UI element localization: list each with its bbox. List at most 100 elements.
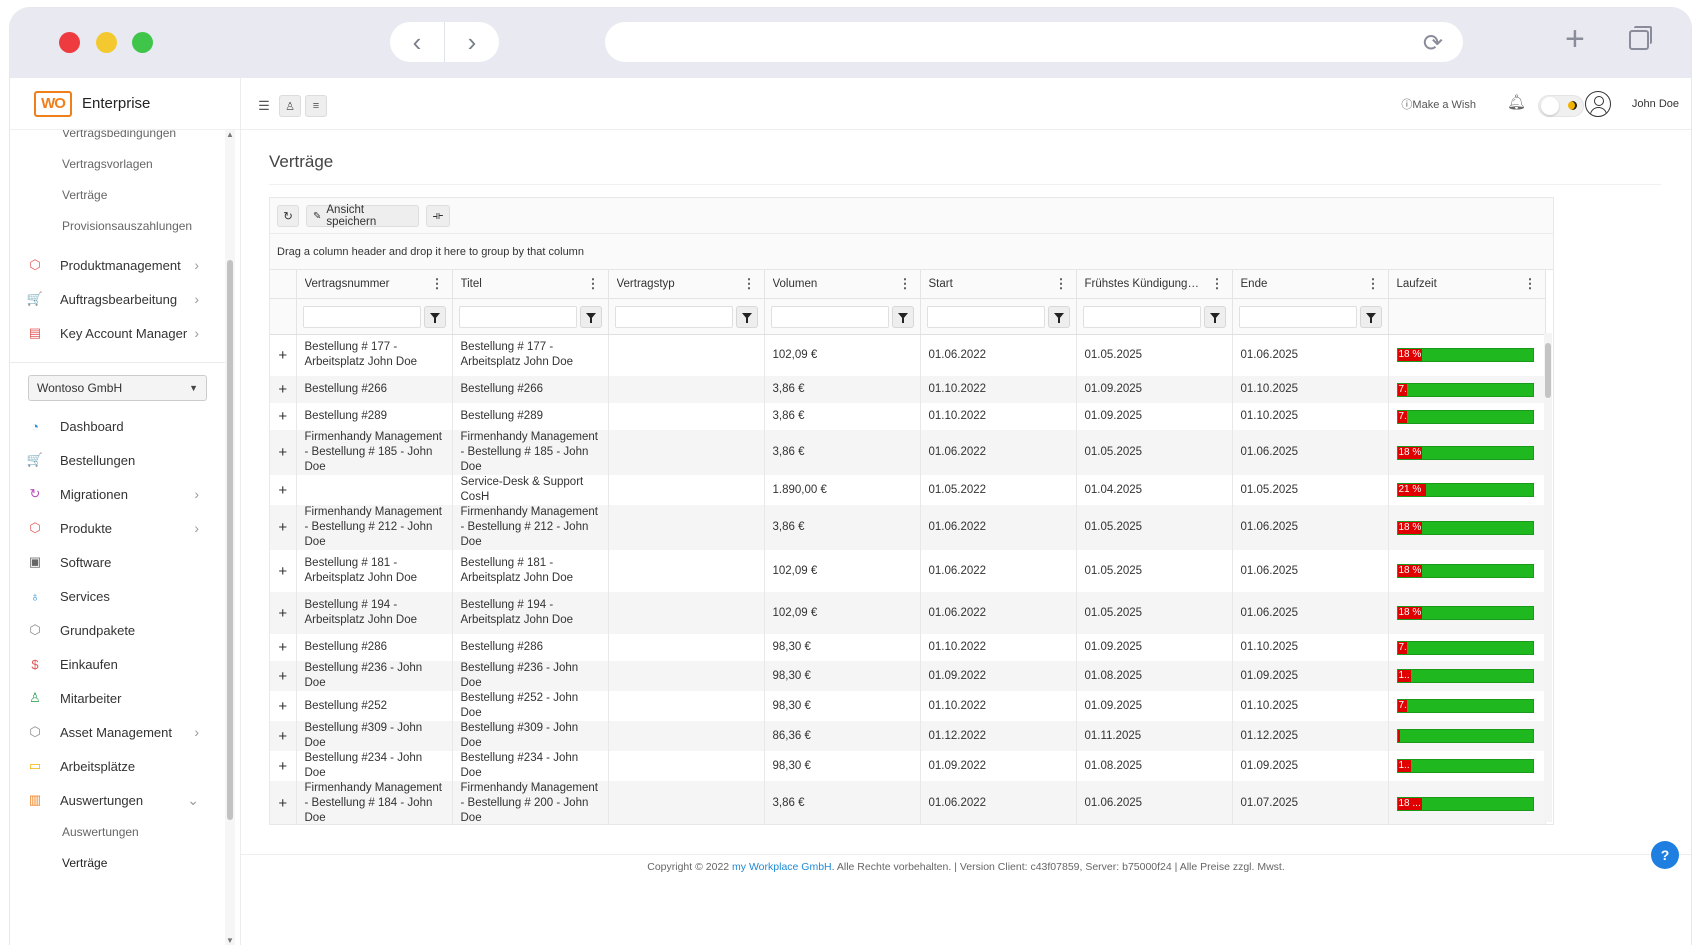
sidebar-item-grundpakete[interactable]: ⬡ Grundpakete bbox=[10, 613, 225, 647]
column-filter-input[interactable] bbox=[926, 305, 1045, 328]
sidebar-item-auswertungen[interactable]: ▥ Auswertungen ⌄ bbox=[10, 783, 225, 817]
table-row[interactable]: + Bestellung #289 Bestellung #289 3,86 €01.… bbox=[270, 403, 1546, 430]
scroll-down-icon[interactable]: ▼ bbox=[226, 936, 234, 945]
sidebar-subitem[interactable]: Auswertungen bbox=[10, 817, 225, 848]
column-filter-input[interactable] bbox=[1238, 305, 1357, 328]
filter-button[interactable] bbox=[735, 305, 758, 328]
scroll-up-icon[interactable]: ▲ bbox=[226, 130, 234, 139]
sidebar-subitem[interactable]: Vertragsbedingungen bbox=[10, 130, 225, 149]
expand-row-icon[interactable]: + bbox=[270, 430, 297, 475]
table-row[interactable]: + Bestellung #286 Bestellung #286 98,30 €01… bbox=[270, 634, 1546, 661]
column-header[interactable]: Ende ⋮ bbox=[1232, 270, 1389, 299]
expand-row-icon[interactable]: + bbox=[270, 376, 297, 403]
grid-scrollbar[interactable] bbox=[1544, 333, 1552, 822]
sidebar-subitem[interactable]: Vertragsvorlagen bbox=[10, 149, 225, 180]
expand-row-icon[interactable]: + bbox=[270, 334, 297, 376]
filter-button[interactable] bbox=[423, 305, 446, 328]
grid-scroll-thumb[interactable] bbox=[1545, 343, 1551, 398]
expand-row-icon[interactable]: + bbox=[270, 634, 297, 661]
company-link[interactable]: my Workplace GmbH bbox=[732, 861, 832, 873]
forward-icon[interactable]: › bbox=[445, 22, 499, 62]
sidebar-subitem[interactable]: Verträge bbox=[10, 180, 225, 211]
expand-row-icon[interactable]: + bbox=[270, 505, 297, 550]
table-row[interactable]: + Bestellung #252 Bestellung #252 - John D… bbox=[270, 691, 1546, 721]
expand-row-icon[interactable]: + bbox=[270, 550, 297, 592]
column-header[interactable]: Frühstes Kündigungsd... ⋮ bbox=[1076, 270, 1233, 299]
expand-row-icon[interactable]: + bbox=[270, 403, 297, 430]
minimize-window-button[interactable] bbox=[96, 32, 117, 53]
column-menu-icon[interactable]: ⋮ bbox=[743, 276, 756, 292]
table-row[interactable]: + Bestellung # 194 - Arbeitsplatz John Do… bbox=[270, 592, 1546, 634]
sidebar-item-mitarbeiter[interactable]: ♙ Mitarbeiter bbox=[10, 681, 225, 715]
column-filter-input[interactable] bbox=[770, 305, 889, 328]
table-row[interactable]: + Bestellung #266 Bestellung #266 3,86 €01.… bbox=[270, 376, 1546, 403]
avatar[interactable] bbox=[1585, 91, 1611, 117]
reload-icon[interactable]: ⟳ bbox=[1423, 29, 1443, 58]
tabs-overview-icon[interactable] bbox=[1629, 26, 1652, 50]
table-row[interactable]: + Bestellung #234 - John Doe Bestellung #2… bbox=[270, 751, 1546, 781]
theme-toggle[interactable] bbox=[1538, 95, 1584, 117]
table-row[interactable]: + Bestellung # 181 - Arbeitsplatz John Do… bbox=[270, 550, 1546, 592]
filter-button[interactable] bbox=[1047, 305, 1070, 328]
tenant-select[interactable]: Wontoso GmbH ▼ bbox=[28, 375, 207, 401]
sidebar-subitem[interactable]: Verträge bbox=[10, 848, 225, 879]
sidebar-item-auftragsbearbeitung[interactable]: 🛒 Auftragsbearbeitung › bbox=[10, 282, 225, 316]
table-row[interactable]: + Service-Desk & Support CosH 1.890,00 €01… bbox=[270, 475, 1546, 505]
table-row[interactable]: + Bestellung #309 - John Doe Bestellung #3… bbox=[270, 721, 1546, 751]
table-row[interactable]: + Firmenhandy Management - Bestellung # 2… bbox=[270, 505, 1546, 550]
sidebar-item-produktmanagement[interactable]: ⬡ Produktmanagement › bbox=[10, 248, 225, 282]
table-row[interactable]: + Bestellung #236 - John Doe Bestellung #2… bbox=[270, 661, 1546, 691]
brand[interactable]: WO Enterprise bbox=[10, 78, 240, 130]
expand-row-icon[interactable]: + bbox=[270, 721, 297, 751]
expand-row-icon[interactable]: + bbox=[270, 475, 297, 505]
help-icon[interactable]: ? bbox=[1651, 841, 1679, 869]
column-filter-input[interactable] bbox=[614, 305, 733, 328]
column-filter-input[interactable] bbox=[1082, 305, 1201, 328]
column-filter-input[interactable] bbox=[458, 305, 577, 328]
expand-row-icon[interactable]: + bbox=[270, 661, 297, 691]
column-header[interactable]: Vertragsnummer ⋮ bbox=[296, 270, 453, 299]
column-header[interactable]: Start ⋮ bbox=[920, 270, 1077, 299]
column-menu-icon[interactable]: ⋮ bbox=[1524, 276, 1537, 292]
table-row[interactable]: + Bestellung # 177 - Arbeitsplatz John Do… bbox=[270, 334, 1546, 376]
sidebar-scrollbar[interactable]: ▲ ▼ bbox=[225, 130, 235, 945]
column-header[interactable]: Laufzeit ⋮ bbox=[1388, 270, 1546, 299]
sidebar-item-arbeitsplätze[interactable]: ▭ Arbeitsplätze bbox=[10, 749, 225, 783]
sidebar-item-dashboard[interactable]: ◔ Dashboard bbox=[10, 409, 225, 443]
column-menu-icon[interactable]: ⋮ bbox=[1055, 276, 1068, 292]
sidebar-item-key-account-manager[interactable]: ▤ Key Account Manager › bbox=[10, 316, 225, 350]
sidebar-item-software[interactable]: ▣ Software bbox=[10, 545, 225, 579]
expand-row-icon[interactable]: + bbox=[270, 691, 297, 721]
column-menu-icon[interactable]: ⋮ bbox=[1367, 276, 1380, 292]
column-header[interactable]: Vertragstyp ⋮ bbox=[608, 270, 765, 299]
bell-icon[interactable]: 🔔︎ bbox=[1507, 93, 1526, 111]
expand-row-icon[interactable]: + bbox=[270, 751, 297, 781]
group-drop-area[interactable]: Drag a column header and drop it here to… bbox=[270, 234, 1553, 270]
filter-button[interactable] bbox=[1359, 305, 1382, 328]
close-window-button[interactable] bbox=[59, 32, 80, 53]
maximize-window-button[interactable] bbox=[132, 32, 153, 53]
column-menu-icon[interactable]: ⋮ bbox=[1211, 276, 1224, 292]
filter-button[interactable] bbox=[891, 305, 914, 328]
sidebar-item-produkte[interactable]: ⬡ Produkte › bbox=[10, 511, 225, 545]
back-icon[interactable]: ‹ bbox=[390, 22, 445, 62]
sidebar-item-services[interactable]: ♁ Services bbox=[10, 579, 225, 613]
column-filter-input[interactable] bbox=[302, 305, 421, 328]
expand-row-icon[interactable]: + bbox=[270, 592, 297, 634]
user-view-icon[interactable]: ♙ bbox=[279, 95, 301, 117]
column-header[interactable]: Titel ⋮ bbox=[452, 270, 609, 299]
sidebar-scroll-thumb[interactable] bbox=[227, 260, 233, 820]
column-resize-icon[interactable]: ⟛ bbox=[426, 205, 450, 227]
sidebar-item-migrationen[interactable]: ↻ Migrationen › bbox=[10, 477, 225, 511]
table-row[interactable]: + Firmenhandy Management - Bestellung # 1… bbox=[270, 430, 1546, 475]
address-bar[interactable]: ⟳ bbox=[605, 22, 1463, 62]
sidebar-item-bestellungen[interactable]: 🛒 Bestellungen bbox=[10, 443, 225, 477]
filter-button[interactable] bbox=[579, 305, 602, 328]
sidebar-item-einkaufen[interactable]: $ Einkaufen bbox=[10, 647, 225, 681]
save-view-button[interactable]: ✎ Ansicht speichern bbox=[306, 204, 419, 228]
table-row[interactable]: + Firmenhandy Management - Bestellung # 1… bbox=[270, 781, 1546, 824]
column-menu-icon[interactable]: ⋮ bbox=[431, 276, 444, 292]
new-tab-icon[interactable]: + bbox=[1565, 20, 1585, 59]
sidebar-item-asset-management[interactable]: ⬡ Asset Management › bbox=[10, 715, 225, 749]
user-name[interactable]: John Doe bbox=[1632, 98, 1679, 110]
